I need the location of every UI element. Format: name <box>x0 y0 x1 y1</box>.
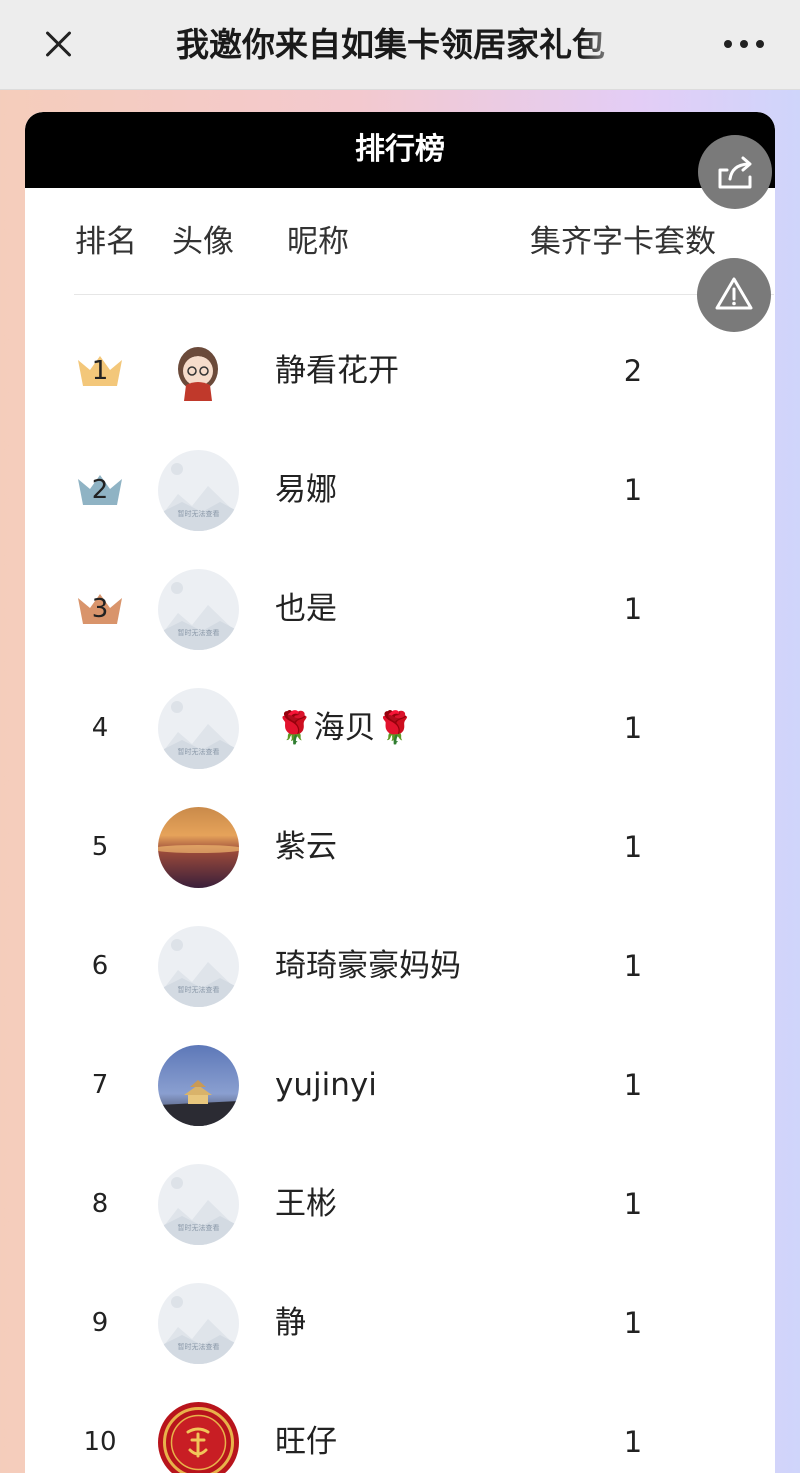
nickname: 王彬 <box>275 1186 337 1222</box>
nickname: 🌹海贝🌹 <box>275 710 415 746</box>
warning-icon <box>715 277 753 310</box>
leaderboard-title: 排行榜 <box>355 132 445 167</box>
page-title: 我邀你来自如集卡领居家礼包 <box>176 25 605 64</box>
rank-number: 10 <box>83 1427 117 1457</box>
nav-bar: 我邀你来自如集卡领居家礼包 <box>0 0 800 90</box>
avatar: 暂时无法查看 <box>158 1164 239 1245</box>
set-count: 2 <box>623 354 643 388</box>
rank-number: 4 <box>91 713 109 743</box>
placeholder-image-icon: 暂时无法查看 <box>158 450 239 531</box>
nickname: 琦琦豪豪妈妈 <box>275 948 461 984</box>
close-icon[interactable] <box>38 24 78 64</box>
set-count: 1 <box>623 711 643 745</box>
avatar: 暂时无法查看 <box>158 569 239 650</box>
rank-number: 9 <box>91 1308 109 1338</box>
rank-number: 7 <box>91 1070 109 1100</box>
leaderboard-row: 5 紫云 1 <box>25 788 775 907</box>
avatar: 暂时无法查看 <box>158 450 239 531</box>
leaderboard-row: 3 暂时无法查看 也是 1 <box>25 550 775 669</box>
column-header-nickname: 昵称 <box>287 224 349 260</box>
leaderboard-row: 9 暂时无法查看 静 1 <box>25 1264 775 1383</box>
set-count: 1 <box>623 1187 643 1221</box>
leaderboard-row: 6 暂时无法查看 琦琦豪豪妈妈 1 <box>25 907 775 1026</box>
leaderboard-row: 7 yujinyi 1 <box>25 1026 775 1145</box>
leaderboard-header: 排行榜 <box>25 112 775 188</box>
rank-number: 8 <box>91 1189 109 1219</box>
set-count: 1 <box>623 592 643 626</box>
avatar: 暂时无法查看 <box>158 1283 239 1364</box>
avatar <box>158 1045 239 1126</box>
avatar <box>158 331 239 412</box>
sunset-photo <box>158 807 239 888</box>
set-count: 1 <box>623 1306 643 1340</box>
placeholder-caption: 暂时无法查看 <box>178 628 220 637</box>
column-header-avatar: 头像 <box>172 224 234 260</box>
placeholder-caption: 暂时无法查看 <box>178 985 220 994</box>
temple-photo <box>158 1045 239 1126</box>
placeholder-image-icon: 暂时无法查看 <box>158 926 239 1007</box>
set-count: 1 <box>623 1068 643 1102</box>
header-divider <box>74 294 774 295</box>
avatar <box>158 1402 239 1473</box>
share-icon <box>718 156 752 189</box>
rank-number: 5 <box>91 832 109 862</box>
nickname: 紫云 <box>275 829 337 865</box>
placeholder-caption: 暂时无法查看 <box>178 1342 220 1351</box>
leaderboard-row: 8 暂时无法查看 王彬 1 <box>25 1145 775 1264</box>
placeholder-image-icon: 暂时无法查看 <box>158 688 239 769</box>
nickname: 静看花开 <box>275 353 399 389</box>
leaderboard-row: 4 暂时无法查看 🌹海贝🌹 1 <box>25 669 775 788</box>
leaderboard-card: 排行榜 排名 头像 昵称 集齐字卡套数 1 静看花开 2 2 暂时无法查看 易娜… <box>25 112 775 1473</box>
more-options-icon[interactable] <box>720 32 768 56</box>
column-header-rank: 排名 <box>75 224 137 260</box>
red-seal-icon <box>158 1402 239 1473</box>
nickname: 旺仔 <box>275 1424 337 1460</box>
avatar: 暂时无法查看 <box>158 926 239 1007</box>
nickname: 也是 <box>275 591 337 627</box>
nickname: 易娜 <box>275 472 337 508</box>
share-button[interactable] <box>698 135 772 209</box>
nickname: yujinyi <box>275 1067 377 1103</box>
avatar <box>158 807 239 888</box>
column-header-sets: 集齐字卡套数 <box>530 224 716 260</box>
set-count: 1 <box>623 949 643 983</box>
set-count: 1 <box>623 830 643 864</box>
rank-number: 6 <box>91 951 109 981</box>
girl-avatar-icon <box>158 331 239 412</box>
placeholder-image-icon: 暂时无法查看 <box>158 1283 239 1364</box>
rank-number: 2 <box>91 475 109 505</box>
nickname: 静 <box>275 1305 306 1341</box>
placeholder-caption: 暂时无法查看 <box>178 509 220 518</box>
set-count: 1 <box>623 1425 643 1459</box>
avatar: 暂时无法查看 <box>158 688 239 769</box>
placeholder-caption: 暂时无法查看 <box>178 747 220 756</box>
set-count: 1 <box>623 473 643 507</box>
leaderboard-row: 2 暂时无法查看 易娜 1 <box>25 431 775 550</box>
rank-number: 1 <box>91 356 109 386</box>
placeholder-image-icon: 暂时无法查看 <box>158 569 239 650</box>
report-button[interactable] <box>697 258 771 332</box>
placeholder-image-icon: 暂时无法查看 <box>158 1164 239 1245</box>
leaderboard-row: 10 旺仔 1 <box>25 1383 775 1473</box>
placeholder-caption: 暂时无法查看 <box>178 1223 220 1232</box>
leaderboard-row: 1 静看花开 2 <box>25 312 775 431</box>
rank-number: 3 <box>91 594 109 624</box>
